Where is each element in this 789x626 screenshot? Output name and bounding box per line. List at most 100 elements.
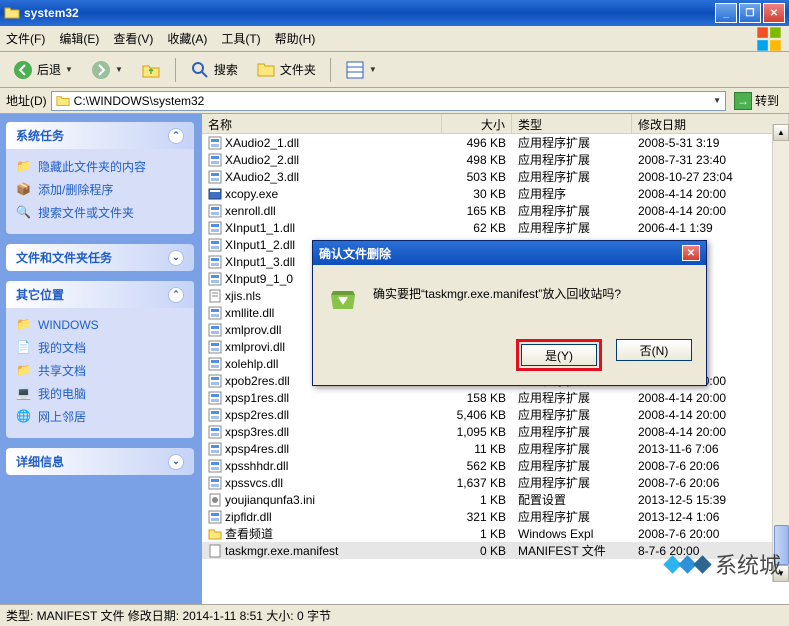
place-mydocs[interactable]: 📄我的文档 <box>16 336 184 359</box>
menu-edit[interactable]: 编辑(E) <box>59 30 99 47</box>
file-row[interactable]: XAudio2_2.dll498 KB应用程序扩展2008-7-31 23:40 <box>202 151 789 168</box>
window-title: system32 <box>24 6 715 20</box>
dialog-titlebar[interactable]: 确认文件删除 ✕ <box>313 241 706 265</box>
chevron-down-icon: ▼ <box>115 65 123 74</box>
forward-icon <box>91 60 111 80</box>
window-titlebar: system32 _ ❐ ✕ <box>0 0 789 26</box>
chevron-down-icon[interactable]: ⌄ <box>168 454 184 470</box>
file-row[interactable]: taskmgr.exe.manifest0 KBMANIFEST 文件8-7-6… <box>202 542 789 559</box>
forward-button[interactable]: ▼ <box>84 57 130 83</box>
col-type[interactable]: 类型 <box>512 114 632 133</box>
yes-button[interactable]: 是(Y) <box>521 344 597 366</box>
file-row[interactable]: xpsp4res.dll11 KB应用程序扩展2013-11-6 7:06 <box>202 440 789 457</box>
close-button[interactable]: ✕ <box>763 3 785 23</box>
file-row[interactable]: xpsp2res.dll5,406 KB应用程序扩展2008-4-14 20:0… <box>202 406 789 423</box>
file-name: taskmgr.exe.manifest <box>225 544 338 558</box>
file-size: 503 KB <box>442 170 512 184</box>
maximize-button[interactable]: ❐ <box>739 3 761 23</box>
dialog-message: 确实要把“taskmgr.exe.manifest”放入回收站吗? <box>373 283 692 302</box>
file-row[interactable]: xenroll.dll165 KB应用程序扩展2008-4-14 20:00 <box>202 202 789 219</box>
file-row[interactable]: xpsp1res.dll158 KB应用程序扩展2008-4-14 20:00 <box>202 389 789 406</box>
menu-view[interactable]: 查看(V) <box>113 30 153 47</box>
scroll-up-button[interactable]: ▲ <box>773 124 789 141</box>
file-date: 2008-5-31 3:19 <box>632 136 789 150</box>
folders-button[interactable]: 文件夹 <box>249 57 323 83</box>
no-button[interactable]: 否(N) <box>616 339 692 361</box>
col-size[interactable]: 大小 <box>442 114 512 133</box>
back-button[interactable]: 后退 ▼ <box>6 57 80 83</box>
file-icon <box>208 204 222 218</box>
file-row[interactable]: xpsshhdr.dll562 KB应用程序扩展2008-7-6 20:06 <box>202 457 789 474</box>
menu-bar: 文件(F) 编辑(E) 查看(V) 收藏(A) 工具(T) 帮助(H) <box>0 26 789 52</box>
file-name: xpob2res.dll <box>225 374 290 388</box>
task-search[interactable]: 🔍搜索文件或文件夹 <box>16 201 184 224</box>
file-row[interactable]: xcopy.exe30 KB应用程序2008-4-14 20:00 <box>202 185 789 202</box>
file-icon <box>208 476 222 490</box>
file-date: 2008-7-6 20:00 <box>632 527 789 541</box>
file-row[interactable]: youjianqunfa3.ini1 KB配置设置2013-12-5 15:39 <box>202 491 789 508</box>
menu-file[interactable]: 文件(F) <box>6 30 45 47</box>
address-input[interactable] <box>74 94 709 108</box>
file-row[interactable]: 查看频道1 KBWindows Expl2008-7-6 20:00 <box>202 525 789 542</box>
chevron-up-icon[interactable]: ⌃ <box>168 287 184 303</box>
place-shared[interactable]: 📁共享文档 <box>16 359 184 382</box>
address-input-wrapper[interactable]: ▼ <box>51 91 726 111</box>
col-date[interactable]: 修改日期 <box>632 114 789 133</box>
chevron-down-icon[interactable]: ▼ <box>713 96 721 105</box>
file-name: XInput9_1_0 <box>225 272 293 286</box>
file-size: 1,095 KB <box>442 425 512 439</box>
file-name: xolehlp.dll <box>225 357 278 371</box>
vertical-scrollbar[interactable]: ▲ ▼ <box>772 124 789 582</box>
file-date: 2008-4-14 20:00 <box>632 391 789 405</box>
file-date: 2008-7-6 20:06 <box>632 476 789 490</box>
file-name: xmlprov.dll <box>225 323 281 337</box>
menu-favorites[interactable]: 收藏(A) <box>167 30 207 47</box>
folders-icon <box>256 60 276 80</box>
address-label: 地址(D) <box>6 92 47 109</box>
file-size: 62 KB <box>442 221 512 235</box>
go-button[interactable]: → 转到 <box>730 91 783 111</box>
file-date: 2008-4-14 20:00 <box>632 187 789 201</box>
file-row[interactable]: XAudio2_3.dll503 KB应用程序扩展2008-10-27 23:0… <box>202 168 789 185</box>
panel-title: 文件和文件夹任务 <box>16 249 112 266</box>
menu-tools[interactable]: 工具(T) <box>221 30 260 47</box>
up-button[interactable] <box>134 57 168 83</box>
file-icon <box>208 306 222 320</box>
file-row[interactable]: xpssvcs.dll1,637 KB应用程序扩展2008-7-6 20:06 <box>202 474 789 491</box>
file-type: 应用程序扩展 <box>512 389 632 406</box>
menu-help[interactable]: 帮助(H) <box>275 30 316 47</box>
file-icon <box>208 357 222 371</box>
minimize-button[interactable]: _ <box>715 3 737 23</box>
address-bar: 地址(D) ▼ → 转到 <box>0 88 789 114</box>
file-row[interactable]: XInput1_1.dll62 KB应用程序扩展2006-4-1 1:39 <box>202 219 789 236</box>
place-windows[interactable]: 📁WINDOWS <box>16 314 184 336</box>
file-name: xpsshhdr.dll <box>225 459 288 473</box>
place-network[interactable]: 🌐网上邻居 <box>16 405 184 428</box>
views-button[interactable]: ▼ <box>338 57 384 83</box>
scroll-thumb[interactable] <box>774 525 789 565</box>
chevron-up-icon[interactable]: ⌃ <box>168 128 184 144</box>
scroll-down-button[interactable]: ▼ <box>773 565 789 582</box>
task-hide-contents[interactable]: 📁隐藏此文件夹的内容 <box>16 155 184 178</box>
file-icon <box>208 374 222 388</box>
place-mycomputer[interactable]: 💻我的电脑 <box>16 382 184 405</box>
file-type: 应用程序扩展 <box>512 134 632 151</box>
file-name: xpsp2res.dll <box>225 408 289 422</box>
file-row[interactable]: XAudio2_1.dll496 KB应用程序扩展2008-5-31 3:19 <box>202 134 789 151</box>
file-date: 8-7-6 20:00 <box>632 544 789 558</box>
file-row[interactable]: zipfldr.dll321 KB应用程序扩展2013-12-4 1:06 <box>202 508 789 525</box>
file-name: xmllite.dll <box>225 306 274 320</box>
scroll-track[interactable] <box>773 141 789 565</box>
file-icon <box>208 289 222 303</box>
yes-button-highlight: 是(Y) <box>516 339 602 371</box>
file-date: 2008-7-31 23:40 <box>632 153 789 167</box>
search-button[interactable]: 搜索 <box>183 57 245 83</box>
chevron-down-icon: ▼ <box>65 65 73 74</box>
task-add-remove[interactable]: 📦添加/删除程序 <box>16 178 184 201</box>
file-icon <box>208 544 222 558</box>
file-icon <box>208 493 222 507</box>
chevron-down-icon[interactable]: ⌄ <box>168 250 184 266</box>
dialog-close-button[interactable]: ✕ <box>682 245 700 261</box>
file-row[interactable]: xpsp3res.dll1,095 KB应用程序扩展2008-4-14 20:0… <box>202 423 789 440</box>
col-name[interactable]: 名称 <box>202 114 442 133</box>
